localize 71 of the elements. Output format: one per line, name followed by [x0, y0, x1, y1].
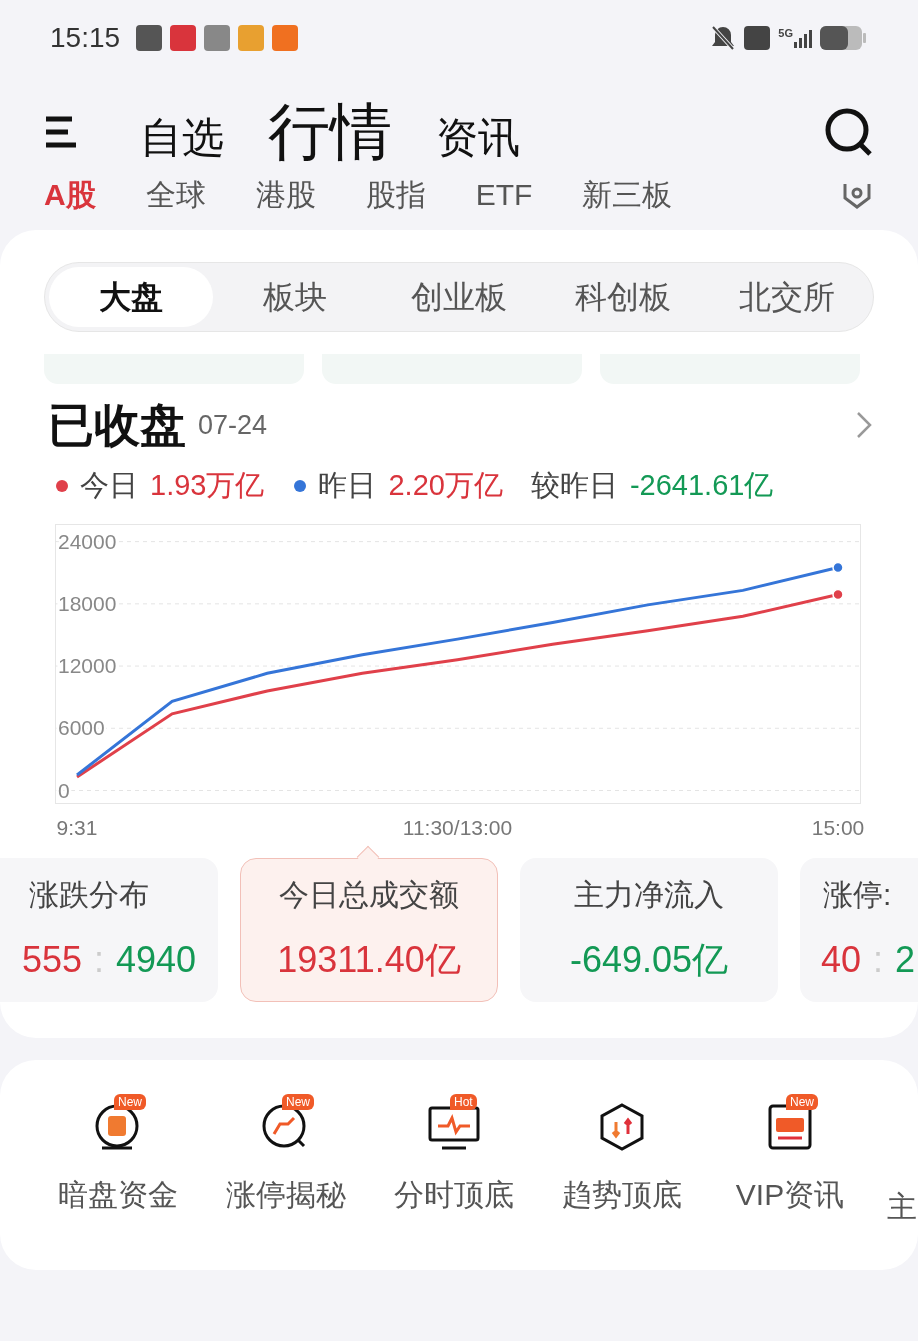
legend-label: 昨日 — [318, 468, 377, 503]
segment-tab[interactable]: 科创板 — [541, 267, 705, 327]
market-tab[interactable]: 全球 — [145, 180, 206, 210]
axis-label: 24000 — [58, 529, 117, 553]
market-tab[interactable]: 港股 — [255, 180, 316, 210]
card-title: 主力净流入 — [574, 877, 724, 913]
axis-label: 18000 — [58, 591, 117, 615]
date-label: 07-24 — [198, 408, 268, 442]
market-tab[interactable]: 新三板 — [582, 180, 673, 210]
axis-label: 15:00 — [811, 814, 865, 841]
stat-card[interactable]: 涨停: 40 : 2 — [800, 857, 918, 1002]
segment-tab[interactable]: 大盘 — [49, 267, 213, 327]
tool-item[interactable]: 主 — [874, 1101, 918, 1270]
notification-icon — [204, 25, 231, 51]
tag-badge: New — [282, 1093, 314, 1110]
card-title: 今日总成交额 — [279, 877, 459, 913]
yesterday-value: 2.20万亿 — [388, 468, 503, 503]
stat-card[interactable]: 主力净流入 -649.05亿 — [520, 857, 778, 1002]
ratio-separator: : — [873, 938, 884, 982]
card-value: 19311.40亿 — [277, 938, 461, 982]
market-tab[interactable]: A股 — [44, 180, 96, 210]
axis-label: 6000 — [58, 715, 105, 739]
tag-badge: Hot — [450, 1093, 477, 1110]
segment-tab[interactable]: 北交所 — [705, 267, 869, 327]
axis-label: 11:30/13:00 — [402, 814, 513, 841]
tag-badge: New — [786, 1093, 818, 1110]
nav-tab[interactable]: 行情 — [268, 101, 392, 163]
down-count: 4940 — [116, 938, 197, 982]
axis-label: 12000 — [58, 653, 117, 677]
menu-icon — [44, 115, 78, 149]
tag-badge: New — [114, 1093, 146, 1110]
compare-label: 较昨日 — [530, 468, 618, 503]
market-tab[interactable]: 股指 — [365, 180, 426, 210]
segment-tab[interactable]: 板块 — [213, 267, 377, 327]
network-label: 5G — [778, 28, 793, 39]
tool-item[interactable]: New 涨停揭秘 — [202, 1089, 370, 1270]
legend-label: 今日 — [80, 468, 138, 503]
tool-item[interactable]: 趋势顶底 — [538, 1089, 706, 1270]
end-dot — [832, 561, 844, 573]
signal-icon — [794, 28, 812, 48]
notification-icon — [238, 25, 265, 51]
notification-icon — [136, 25, 163, 51]
tool-item[interactable]: Hot 分时顶底 — [370, 1089, 538, 1270]
tool-item[interactable]: New 暗盘资金 — [34, 1089, 202, 1270]
compare-value: -2641.61亿 — [629, 468, 774, 503]
nav-tab[interactable]: 自选 — [140, 117, 224, 163]
axis-label: 9:31 — [56, 814, 98, 841]
segment-tab[interactable]: 创业板 — [377, 267, 541, 327]
stat-card[interactable]: 涨跌分布 555 : 4940 — [0, 857, 218, 1002]
today-value: 1.93万亿 — [150, 468, 265, 503]
nav-tab[interactable]: 资讯 — [436, 117, 520, 163]
market-tab[interactable]: ETF — [475, 180, 533, 210]
up-count: 40 — [821, 938, 862, 982]
ratio-separator: : — [94, 938, 104, 982]
end-dot — [832, 588, 844, 600]
chevron-right-icon[interactable] — [856, 411, 872, 439]
search-icon[interactable] — [824, 107, 874, 157]
axis-label: 0 — [58, 778, 70, 801]
tool-item[interactable]: New VIP资讯 — [706, 1089, 874, 1270]
stat-card[interactable]: 今日总成交额 19311.40亿 — [240, 857, 498, 1002]
notification-icon — [272, 25, 299, 51]
card-title: 涨跌分布 — [29, 877, 149, 913]
down-count: 2 — [895, 938, 916, 982]
up-count: 555 — [21, 938, 82, 982]
card-title: 涨停: — [822, 877, 892, 913]
status-time: 15:15 — [50, 21, 121, 55]
status-title: 已收盘 — [48, 402, 186, 448]
bell-off-icon — [710, 24, 737, 52]
battery-icon — [820, 26, 866, 50]
notification-icon — [170, 25, 197, 51]
card-value: -649.05亿 — [569, 938, 729, 982]
